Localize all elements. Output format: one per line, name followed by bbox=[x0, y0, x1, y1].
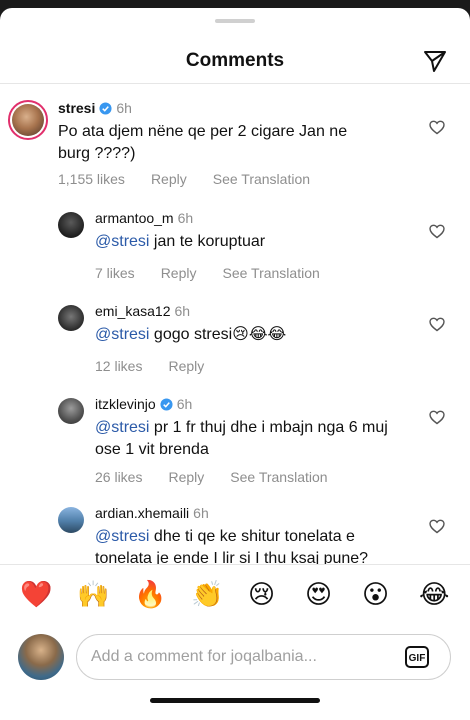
comment-actions: 26 likes Reply See Translation bbox=[95, 469, 354, 485]
mention-link[interactable]: @stresi bbox=[95, 419, 149, 436]
emoji-laughing[interactable]: 😂 bbox=[419, 579, 449, 609]
comment-body: jan te koruptuar bbox=[149, 233, 266, 250]
likes-count[interactable]: 26 likes bbox=[95, 469, 142, 485]
emoji-heart[interactable]: ❤️ bbox=[20, 579, 52, 609]
current-user-avatar bbox=[18, 634, 64, 680]
comment-meta: stresi 6h bbox=[58, 100, 132, 116]
comment-meta: itzklevinjo 6h bbox=[95, 396, 192, 412]
drag-handle[interactable] bbox=[215, 19, 255, 23]
timestamp: 6h bbox=[116, 100, 132, 116]
likes-count[interactable]: 12 likes bbox=[95, 358, 142, 374]
see-translation-button[interactable]: See Translation bbox=[230, 469, 327, 485]
heart-icon[interactable] bbox=[429, 224, 445, 239]
comment-item: itzklevinjo 6h @stresi pr 1 fr thuj dhe i… bbox=[0, 390, 470, 490]
gif-button[interactable]: GIF bbox=[405, 646, 429, 668]
username[interactable]: stresi bbox=[58, 100, 95, 116]
comment-body: gogo stresi😢😂😂 bbox=[149, 326, 287, 343]
comment-item: armantoo_m 6h @stresi jan te koruptuar 7 … bbox=[0, 204, 470, 284]
reply-button[interactable]: Reply bbox=[168, 358, 204, 374]
avatar[interactable] bbox=[58, 212, 84, 238]
emoji-raised-hands[interactable]: 🙌 bbox=[77, 579, 109, 609]
comment-item: ardian.xhemaili 6h @stresi dhe ti qe ke s… bbox=[0, 499, 470, 564]
comment-text: @stresi jan te koruptuar bbox=[95, 231, 395, 253]
mention-link[interactable]: @stresi bbox=[95, 528, 149, 545]
see-translation-button[interactable]: See Translation bbox=[222, 265, 319, 281]
page-title: Comments bbox=[185, 50, 285, 71]
comment-text: @stresi dhe ti qe ke shitur tonelata e t… bbox=[95, 526, 405, 564]
heart-icon[interactable] bbox=[429, 410, 445, 425]
username[interactable]: ardian.xhemaili bbox=[95, 505, 189, 521]
heart-icon[interactable] bbox=[429, 120, 445, 135]
emoji-surprised[interactable]: 😮 bbox=[362, 579, 389, 609]
comment-meta: emi_kasa12 6h bbox=[95, 303, 190, 319]
avatar[interactable] bbox=[58, 398, 84, 424]
likes-count[interactable]: 7 likes bbox=[95, 265, 135, 281]
username[interactable]: itzklevinjo bbox=[95, 396, 156, 412]
timestamp: 6h bbox=[177, 210, 194, 226]
comment-item: emi_kasa12 6h @stresi gogo stresi😢😂😂 12 l… bbox=[0, 297, 470, 377]
timestamp: 6h bbox=[174, 303, 191, 319]
avatar[interactable] bbox=[58, 305, 84, 331]
home-indicator bbox=[150, 698, 320, 703]
heart-icon[interactable] bbox=[429, 519, 445, 534]
comment-actions: 1,155 likes Reply See Translation bbox=[58, 171, 336, 187]
comment-input[interactable]: Add a comment for joqalbania... GIF bbox=[76, 634, 451, 680]
comment-actions: 12 likes Reply bbox=[95, 358, 230, 374]
emoji-fire[interactable]: 🔥 bbox=[134, 579, 166, 609]
see-translation-button[interactable]: See Translation bbox=[213, 171, 310, 187]
comment-meta: armantoo_m 6h bbox=[95, 210, 193, 226]
comment-text: @stresi gogo stresi😢😂😂 bbox=[95, 324, 395, 346]
emoji-crying[interactable]: 😢 bbox=[248, 579, 275, 609]
timestamp: 6h bbox=[176, 396, 193, 412]
emoji-heart-eyes[interactable]: 😍 bbox=[305, 579, 332, 609]
avatar[interactable] bbox=[8, 100, 48, 140]
username[interactable]: emi_kasa12 bbox=[95, 303, 171, 319]
comment-text: @stresi pr 1 fr thuj dhe i mbajn nga 6 m… bbox=[95, 417, 395, 461]
mention-link[interactable]: @stresi bbox=[95, 326, 149, 343]
verified-badge-icon bbox=[99, 102, 112, 115]
comments-sheet: Comments stresi 6h Po ata djem nëne qe pe… bbox=[0, 8, 470, 720]
avatar[interactable] bbox=[58, 507, 84, 533]
comment-composer: Add a comment for joqalbania... GIF bbox=[0, 624, 470, 684]
emoji-clap[interactable]: 👏 bbox=[191, 579, 223, 609]
likes-count[interactable]: 1,155 likes bbox=[58, 171, 125, 187]
comment-actions: 7 likes Reply See Translation bbox=[95, 265, 346, 281]
share-send-icon[interactable] bbox=[422, 48, 448, 74]
mention-link[interactable]: @stresi bbox=[95, 233, 149, 250]
header-divider bbox=[0, 83, 470, 84]
comment-meta: ardian.xhemaili 6h bbox=[95, 505, 209, 521]
comment-body: Po ata djem nëne qe per 2 cigare Jan ne … bbox=[58, 123, 348, 162]
verified-badge-icon bbox=[160, 398, 173, 411]
reply-button[interactable]: Reply bbox=[151, 171, 187, 187]
reply-button[interactable]: Reply bbox=[161, 265, 197, 281]
comment-input-placeholder: Add a comment for joqalbania... bbox=[91, 648, 317, 665]
reply-button[interactable]: Reply bbox=[168, 469, 204, 485]
comment-item: stresi 6h Po ata djem nëne qe per 2 cigar… bbox=[0, 92, 470, 192]
username[interactable]: armantoo_m bbox=[95, 210, 174, 226]
heart-icon[interactable] bbox=[429, 317, 445, 332]
emoji-reaction-bar: ❤️ 🙌 🔥 👏 😢 😍 😮 😂 bbox=[0, 564, 470, 625]
timestamp: 6h bbox=[193, 505, 209, 521]
comment-text: Po ata djem nëne qe per 2 cigare Jan ne … bbox=[58, 121, 378, 165]
